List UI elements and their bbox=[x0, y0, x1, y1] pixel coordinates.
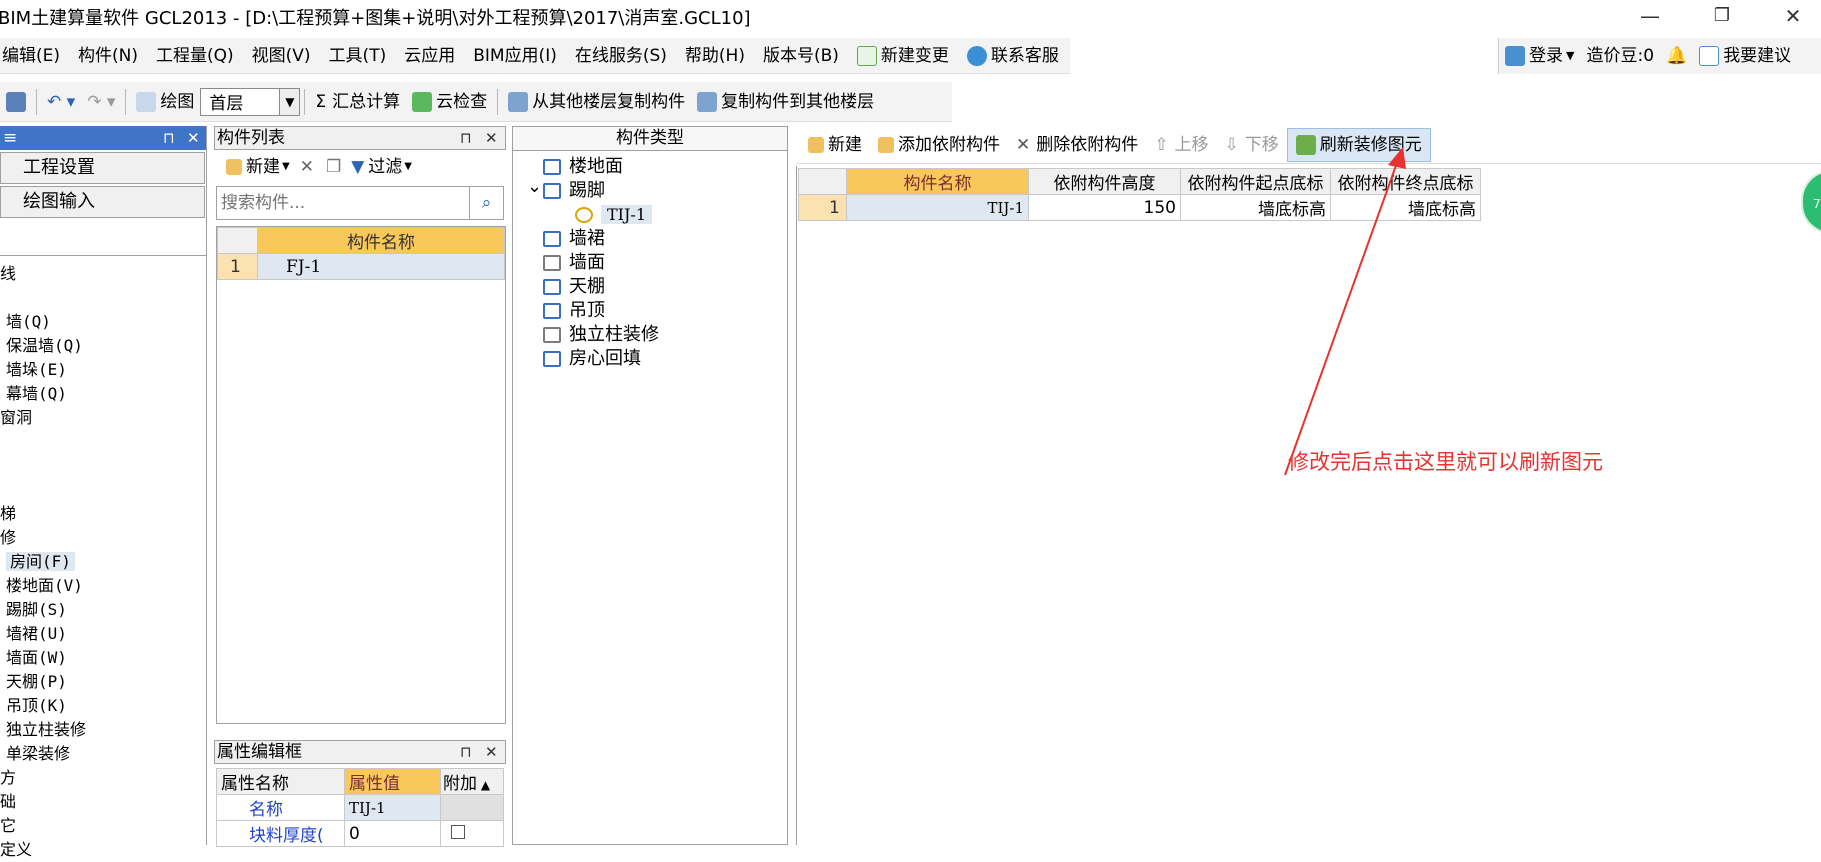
arrow-line bbox=[1284, 159, 1399, 476]
arrow-head-icon bbox=[1388, 147, 1406, 169]
annotation-arrow bbox=[1284, 147, 1406, 476]
